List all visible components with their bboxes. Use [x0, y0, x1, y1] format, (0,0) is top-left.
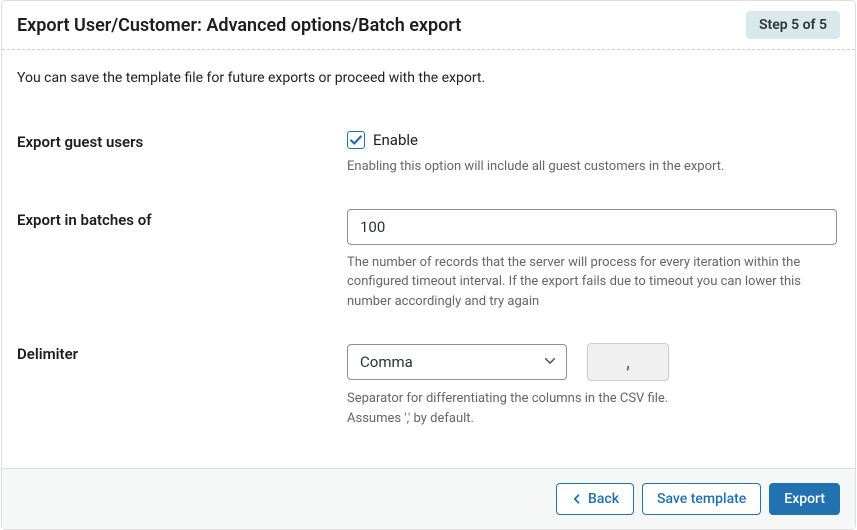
panel-title: Export User/Customer: Advanced options/B…	[17, 15, 461, 36]
save-template-label: Save template	[657, 491, 746, 507]
guest-users-row: Export guest users Enable Enabling this …	[17, 131, 840, 177]
batch-input[interactable]	[347, 209, 837, 245]
intro-text: You can save the template file for futur…	[17, 70, 840, 86]
batch-label: Export in batches of	[17, 209, 347, 229]
batch-control: The number of records that the server wi…	[347, 209, 840, 312]
checkmark-icon	[349, 133, 363, 147]
batch-helper: The number of records that the server wi…	[347, 253, 837, 312]
delimiter-helper: Separator for differentiating the column…	[347, 389, 687, 428]
batch-row: Export in batches of The number of recor…	[17, 209, 840, 312]
delimiter-select-wrap: Comma	[347, 344, 567, 380]
back-button-label: Back	[588, 491, 619, 507]
guest-users-helper: Enabling this option will include all gu…	[347, 157, 840, 177]
delimiter-control: Comma , Separator for differentiating th…	[347, 343, 840, 428]
guest-users-checkbox[interactable]	[347, 131, 365, 149]
delimiter-row: Delimiter Comma , Separator for differen…	[17, 343, 840, 428]
export-wizard-panel: Export User/Customer: Advanced options/B…	[1, 0, 856, 530]
chevron-left-icon	[571, 493, 583, 505]
step-badge: Step 5 of 5	[746, 11, 840, 39]
delimiter-select-row: Comma ,	[347, 343, 840, 381]
guest-users-checkbox-row: Enable	[347, 131, 840, 149]
guest-users-control: Enable Enabling this option will include…	[347, 131, 840, 177]
guest-users-checkbox-label: Enable	[373, 131, 418, 149]
export-button-label: Export	[784, 491, 825, 507]
delimiter-label: Delimiter	[17, 343, 347, 363]
panel-body: You can save the template file for futur…	[2, 50, 855, 468]
delimiter-char-display: ,	[587, 343, 669, 381]
panel-footer: Back Save template Export	[2, 468, 855, 529]
export-button[interactable]: Export	[769, 483, 840, 515]
panel-header: Export User/Customer: Advanced options/B…	[2, 1, 855, 50]
delimiter-select[interactable]: Comma	[347, 344, 567, 380]
back-button[interactable]: Back	[556, 483, 634, 515]
save-template-button[interactable]: Save template	[642, 483, 761, 515]
guest-users-label: Export guest users	[17, 131, 347, 151]
